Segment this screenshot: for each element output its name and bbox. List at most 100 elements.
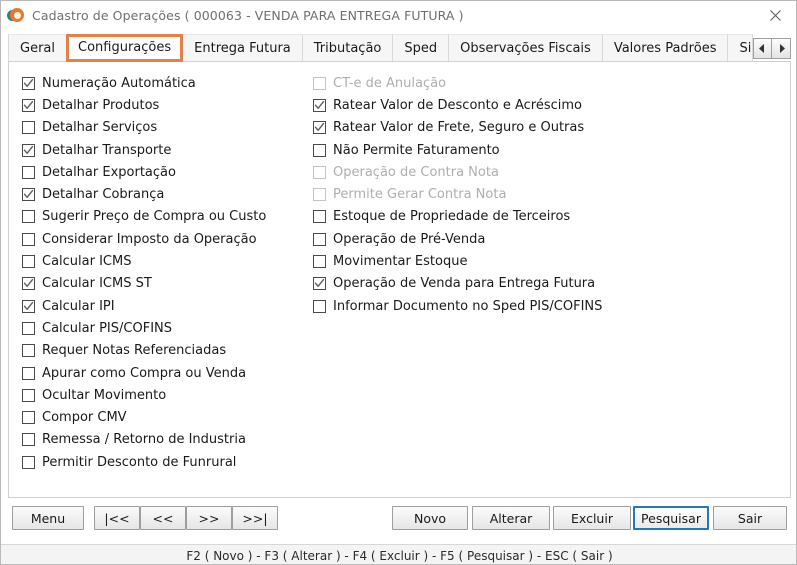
- checkbox-label: Calcular PIS/COFINS: [42, 320, 172, 336]
- option-left-1[interactable]: Detalhar Produtos: [22, 94, 266, 116]
- checkbox-label: Numeração Automática: [42, 75, 196, 91]
- app-logo-icon: [7, 7, 25, 25]
- option-left-5[interactable]: Detalhar Cobrança: [22, 183, 266, 205]
- checkbox-label: Requer Notas Referenciadas: [42, 343, 227, 359]
- delete-button[interactable]: Excluir: [553, 506, 631, 530]
- checkbox-unchecked-icon[interactable]: [313, 255, 326, 269]
- option-left-12[interactable]: Requer Notas Referenciadas: [22, 340, 266, 362]
- menu-button[interactable]: Menu: [12, 506, 84, 530]
- option-right-6[interactable]: Estoque de Propriedade de Terceiros: [313, 206, 602, 228]
- option-left-17[interactable]: Permitir Desconto de Funrural: [22, 451, 266, 473]
- option-right-1[interactable]: Ratear Valor de Desconto e Acréscimo: [313, 94, 602, 116]
- search-button[interactable]: Pesquisar: [633, 506, 709, 530]
- checkbox-unchecked-icon[interactable]: [313, 143, 326, 157]
- option-right-7[interactable]: Operação de Pré-Venda: [313, 228, 602, 250]
- option-left-4[interactable]: Detalhar Exportação: [22, 161, 266, 183]
- checkbox-unchecked-icon[interactable]: [313, 232, 326, 246]
- checkbox-checked-icon[interactable]: [22, 98, 35, 112]
- checkbox-label: Informar Documento no Sped PIS/COFINS: [333, 298, 603, 314]
- option-left-10[interactable]: Calcular IPI: [22, 295, 266, 317]
- shortcut-hints: F2 ( Novo ) - F3 ( Alterar ) - F4 ( Excl…: [186, 548, 613, 563]
- checkbox-label: Permitir Desconto de Funrural: [42, 454, 237, 470]
- option-right-2[interactable]: Ratear Valor de Frete, Seguro e Outras: [313, 117, 602, 139]
- checkbox-label: Ratear Valor de Frete, Seguro e Outras: [333, 120, 585, 136]
- tab-tributacao[interactable]: Tributação: [301, 34, 394, 62]
- checkbox-checked-icon[interactable]: [22, 299, 35, 313]
- tab-strip: Geral Configurações Entrega Futura Tribu…: [8, 34, 791, 62]
- checkbox-unchecked-icon[interactable]: [22, 321, 35, 335]
- tab-label: Observações Fiscais: [460, 41, 591, 56]
- option-right-9[interactable]: Operação de Venda para Entrega Futura: [313, 273, 602, 295]
- tab-geral[interactable]: Geral: [8, 34, 67, 62]
- option-left-14[interactable]: Ocultar Movimento: [22, 384, 266, 406]
- option-left-13[interactable]: Apurar como Compra ou Venda: [22, 362, 266, 384]
- button-bar: Menu |<< << >> >>| Novo Alterar Excluir …: [1, 506, 796, 544]
- checkbox-unchecked-icon[interactable]: [313, 299, 326, 313]
- scroll-right-icon[interactable]: [772, 37, 791, 59]
- option-left-9[interactable]: Calcular ICMS ST: [22, 273, 266, 295]
- checkbox-label: Detalhar Exportação: [42, 164, 176, 180]
- checkbox-unchecked-icon[interactable]: [22, 210, 35, 224]
- checkbox-label: Detalhar Serviços: [42, 120, 158, 136]
- checkbox-unchecked-icon[interactable]: [22, 411, 35, 425]
- tab-configuracoes[interactable]: Configurações: [66, 34, 184, 62]
- checkbox-label: Considerar Imposto da Operação: [42, 231, 257, 247]
- tab-observacoes-fiscais[interactable]: Observações Fiscais: [448, 34, 603, 62]
- checkbox-unchecked-icon[interactable]: [22, 433, 35, 447]
- tab-simples-nacional[interactable]: Simples N: [727, 34, 753, 62]
- option-right-3[interactable]: Não Permite Faturamento: [313, 139, 602, 161]
- option-left-0[interactable]: Numeração Automática: [22, 72, 266, 94]
- checkbox-unchecked-icon[interactable]: [22, 121, 35, 135]
- checkbox-unchecked-icon[interactable]: [22, 344, 35, 358]
- checkbox-label: Ratear Valor de Desconto e Acréscimo: [333, 97, 582, 113]
- option-left-8[interactable]: Calcular ICMS: [22, 250, 266, 272]
- title-bar: Cadastro de Operações ( 000063 - VENDA P…: [1, 1, 796, 30]
- option-left-7[interactable]: Considerar Imposto da Operação: [22, 228, 266, 250]
- option-left-15[interactable]: Compor CMV: [22, 406, 266, 428]
- checkbox-unchecked-icon[interactable]: [313, 210, 326, 224]
- checkbox-checked-icon[interactable]: [313, 277, 326, 291]
- previous-button[interactable]: <<: [140, 506, 186, 530]
- option-left-16[interactable]: Remessa / Retorno de Industria: [22, 429, 266, 451]
- checkbox-label: Permite Gerar Contra Nota: [333, 187, 507, 203]
- new-button[interactable]: Novo: [392, 506, 468, 530]
- checkbox-checked-icon[interactable]: [22, 143, 35, 157]
- exit-button[interactable]: Sair: [713, 506, 787, 530]
- options-column-left: Numeração Automática Detalhar Produtos Det…: [22, 72, 266, 473]
- checkbox-unchecked-icon[interactable]: [22, 232, 35, 246]
- close-icon[interactable]: [752, 1, 796, 30]
- checkbox-label: Compor CMV: [42, 410, 127, 426]
- checkbox-checked-icon[interactable]: [22, 277, 35, 291]
- checkbox-unchecked-icon[interactable]: [22, 455, 35, 469]
- checkbox-label: Operação de Pré-Venda: [333, 231, 486, 247]
- next-button[interactable]: >>: [186, 506, 232, 530]
- option-right-0: CT-e de Anulação: [313, 72, 602, 94]
- checkbox-checked-icon[interactable]: [313, 98, 326, 112]
- checkbox-checked-icon[interactable]: [22, 76, 35, 90]
- checkbox-checked-icon[interactable]: [313, 121, 326, 135]
- tab-sped[interactable]: Sped: [392, 34, 450, 62]
- last-button[interactable]: >>|: [232, 506, 278, 530]
- option-left-3[interactable]: Detalhar Transporte: [22, 139, 266, 161]
- checkbox-label: Estoque de Propriedade de Terceiros: [333, 209, 571, 225]
- tab-label: Valores Padrões: [613, 41, 717, 56]
- checkbox-label: Calcular IPI: [42, 298, 115, 314]
- edit-button[interactable]: Alterar: [472, 506, 550, 530]
- tab-valores-padroes[interactable]: Valores Padrões: [601, 34, 729, 62]
- option-right-8[interactable]: Movimentar Estoque: [313, 250, 602, 272]
- checkbox-checked-icon[interactable]: [22, 188, 35, 202]
- option-left-11[interactable]: Calcular PIS/COFINS: [22, 317, 266, 339]
- checkbox-label: CT-e de Anulação: [333, 75, 447, 91]
- scroll-left-icon[interactable]: [753, 37, 772, 59]
- tab-entrega-futura[interactable]: Entrega Futura: [182, 34, 303, 62]
- option-right-10[interactable]: Informar Documento no Sped PIS/COFINS: [313, 295, 602, 317]
- option-left-6[interactable]: Sugerir Preço de Compra ou Custo: [22, 206, 266, 228]
- cadastro-operacoes-window: Cadastro de Operações ( 000063 - VENDA P…: [0, 0, 797, 565]
- checkbox-unchecked-icon[interactable]: [22, 165, 35, 179]
- checkbox-label: Operação de Venda para Entrega Futura: [333, 276, 596, 292]
- first-button[interactable]: |<<: [94, 506, 140, 530]
- checkbox-unchecked-icon[interactable]: [22, 366, 35, 380]
- option-left-2[interactable]: Detalhar Serviços: [22, 117, 266, 139]
- checkbox-unchecked-icon[interactable]: [22, 388, 35, 402]
- checkbox-unchecked-icon[interactable]: [22, 255, 35, 269]
